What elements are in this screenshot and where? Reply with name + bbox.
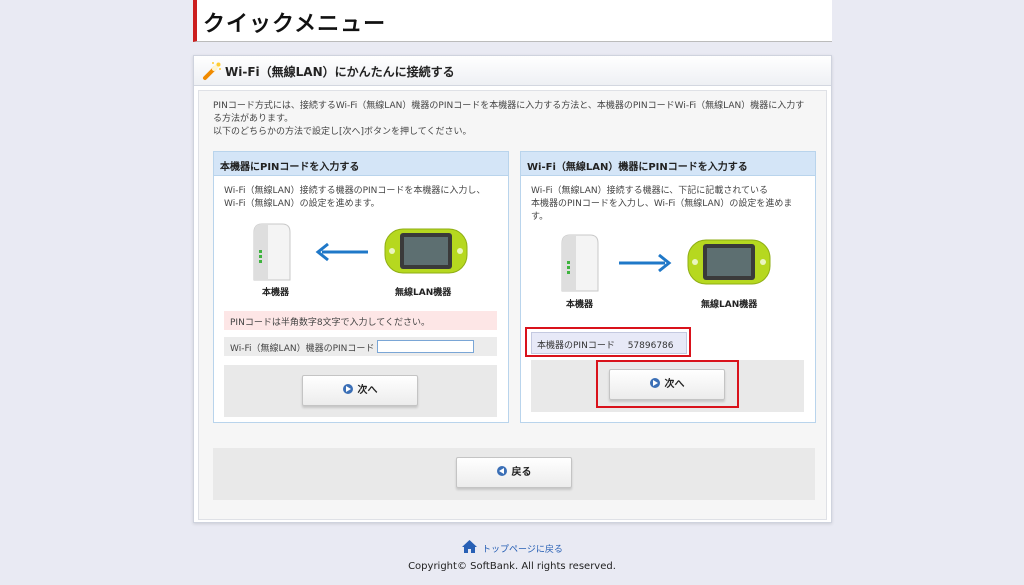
left-desc-line-2: Wi-Fi（無線LAN）の設定を進めます。 xyxy=(224,199,380,209)
left-device-caption: 無線LAN機器 xyxy=(395,288,452,298)
right-desc-line-2: 本機器のPINコードを入力し、Wi-Fi（無線LAN）の設定を進めま xyxy=(531,199,793,209)
right-desc-line-1: Wi-Fi（無線LAN）接続する機器に、下記に記載されている xyxy=(531,186,769,196)
magic-wand-icon xyxy=(203,62,221,80)
next-button-highlight-frame xyxy=(596,360,739,408)
right-desc-line-3: す。 xyxy=(531,212,549,222)
page-title: クイックメニュー xyxy=(203,12,387,37)
right-router-caption: 本機器 xyxy=(566,300,594,310)
content-area: PINコード方式には、接続するWi-Fi（無線LAN）機器のPINコードを本機器… xyxy=(198,90,827,520)
pin-input-label: Wi-Fi（無線LAN）機器のPINコード xyxy=(230,344,375,354)
left-illustration: 本機器 無線LAN機器 xyxy=(214,222,510,306)
top-page-link-label[interactable]: トップページに戻る xyxy=(482,542,563,555)
intro-line-1: PINコード方式には、接続するWi-Fi（無線LAN）機器のPINコードを本機器… xyxy=(213,101,805,111)
panel-title: Wi-Fi（無線LAN）にかんたんに接続する xyxy=(225,65,455,79)
enter-pin-on-wireless-device-box: Wi-Fi（無線LAN）機器にPINコードを入力する Wi-Fi（無線LAN）接… xyxy=(520,151,816,423)
left-router-caption: 本機器 xyxy=(262,288,290,298)
right-illustration: 本機器 無線LAN機器 xyxy=(521,233,817,317)
pin-code-highlight-frame xyxy=(525,327,691,357)
left-box-title: 本機器にPINコードを入力する xyxy=(214,152,508,176)
intro-line-3: 以下のどちらかの方法で設定し[次へ]ボタンを押してください。 xyxy=(213,127,472,137)
back-arrow-icon xyxy=(496,466,507,476)
arrow-left-icon xyxy=(315,242,368,262)
back-button[interactable]: 戻る xyxy=(456,457,572,488)
left-button-area: 次へ xyxy=(224,365,497,417)
pin-input-row: Wi-Fi（無線LAN）機器のPINコード xyxy=(224,337,497,356)
right-device-caption: 無線LAN機器 xyxy=(701,300,758,310)
left-next-button[interactable]: 次へ xyxy=(302,375,418,406)
panel-header: Wi-Fi（無線LAN）にかんたんに接続する xyxy=(194,56,831,86)
copyright-text: Copyright© SoftBank. All rights reserved… xyxy=(408,561,616,572)
wireless-device-icon xyxy=(384,228,468,274)
intro-line-2: る方法があります。 xyxy=(213,114,294,124)
pin-code-input[interactable] xyxy=(377,340,474,353)
home-icon xyxy=(462,540,477,553)
play-icon xyxy=(342,384,353,394)
wireless-device-icon xyxy=(687,239,771,285)
router-icon xyxy=(561,234,599,292)
left-box-description: Wi-Fi（無線LAN）接続する機器のPINコードを本機器に入力し、 Wi-Fi… xyxy=(224,185,504,211)
intro-text: PINコード方式には、接続するWi-Fi（無線LAN）機器のPINコードを本機器… xyxy=(213,100,813,139)
left-next-label: 次へ xyxy=(357,385,378,396)
bottom-button-area: 戻る xyxy=(213,448,815,500)
back-label: 戻る xyxy=(511,467,532,478)
page-header: クイックメニュー xyxy=(193,0,832,42)
router-icon xyxy=(253,223,291,281)
right-box-title: Wi-Fi（無線LAN）機器にPINコードを入力する xyxy=(521,152,815,176)
main-panel: Wi-Fi（無線LAN）にかんたんに接続する PINコード方式には、接続するWi… xyxy=(193,55,832,523)
enter-pin-on-device-box: 本機器にPINコードを入力する Wi-Fi（無線LAN）接続する機器のPINコー… xyxy=(213,151,509,423)
arrow-right-icon xyxy=(619,253,672,273)
left-desc-line-1: Wi-Fi（無線LAN）接続する機器のPINコードを本機器に入力し、 xyxy=(224,186,486,196)
pin-format-note: PINコードは半角数字8文字で入力してください。 xyxy=(224,311,497,330)
right-box-description: Wi-Fi（無線LAN）接続する機器に、下記に記載されている 本機器のPINコー… xyxy=(531,185,811,224)
